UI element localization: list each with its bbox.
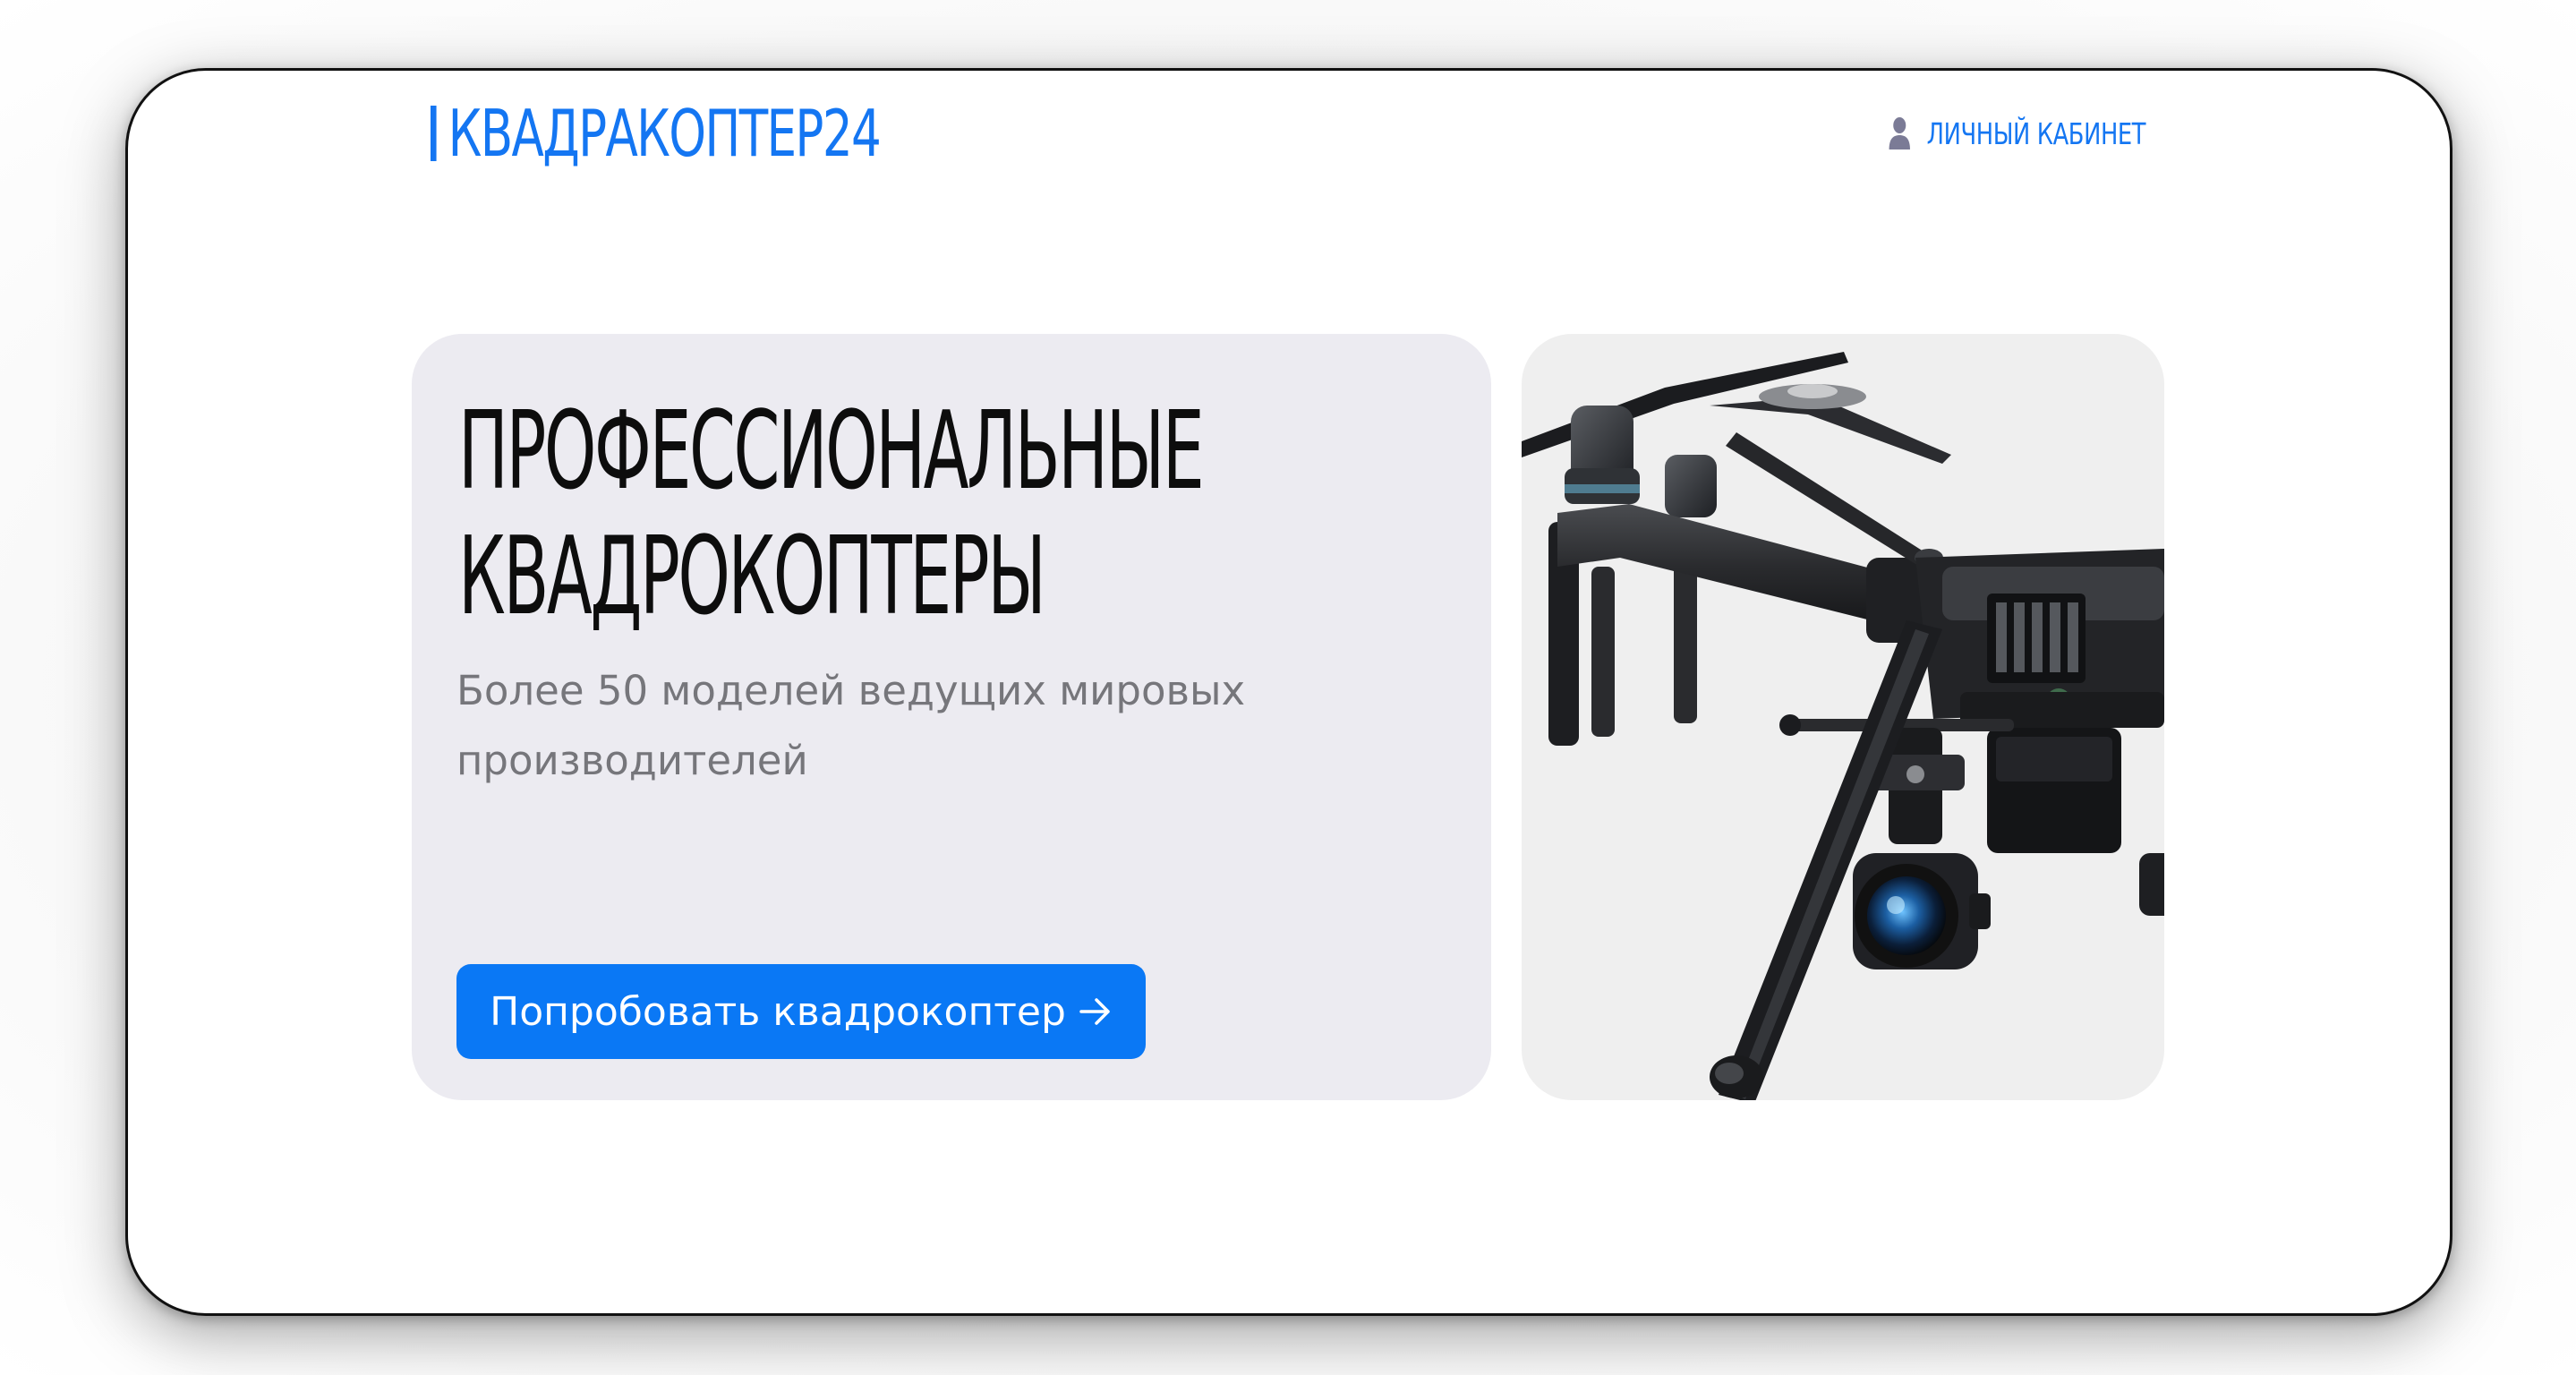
product-image-card: [1522, 334, 2164, 1100]
logo-text: КВАДРАКОПТЕР24: [448, 96, 882, 171]
logo-bar: [431, 106, 437, 161]
cta-label: Попробовать квадрокоптер: [490, 988, 1066, 1035]
account-label: ЛИЧНЫЙ КАБИНЕТ: [1926, 115, 2146, 151]
hero-subtitle-line2: производителей: [456, 737, 808, 784]
account-link[interactable]: ЛИЧНЫЙ КАБИНЕТ: [1888, 108, 2146, 158]
user-icon: [1889, 117, 1910, 149]
site-logo[interactable]: КВАДРАКОПТЕР24: [431, 96, 882, 171]
hero-title-line1: ПРОФЕССИОНАЛЬНЫЕ: [458, 389, 1205, 514]
drone-icon: [1522, 352, 2164, 1100]
hero-title: ПРОФЕССИОНАЛЬНЫЕ КВАДРОКОПТЕРЫ: [458, 389, 1205, 640]
hero-title-line2: КВАДРОКОПТЕРЫ: [458, 515, 1046, 639]
browser-viewport: КВАДРАКОПТЕР24 ЛИЧНЫЙ КАБИНЕТ ПРОФЕССИОН…: [125, 68, 2452, 1316]
hero-subtitle: Более 50 моделей ведущих мировых произво…: [456, 656, 1334, 796]
arrow-right-icon: [1079, 998, 1110, 1025]
try-drone-button[interactable]: Попробовать квадрокоптер: [456, 964, 1146, 1059]
hero-subtitle-line1: Более 50 моделей ведущих мировых: [456, 667, 1246, 714]
hero-card: ПРОФЕССИОНАЛЬНЫЕ КВАДРОКОПТЕРЫ Более 50 …: [412, 334, 1491, 1100]
